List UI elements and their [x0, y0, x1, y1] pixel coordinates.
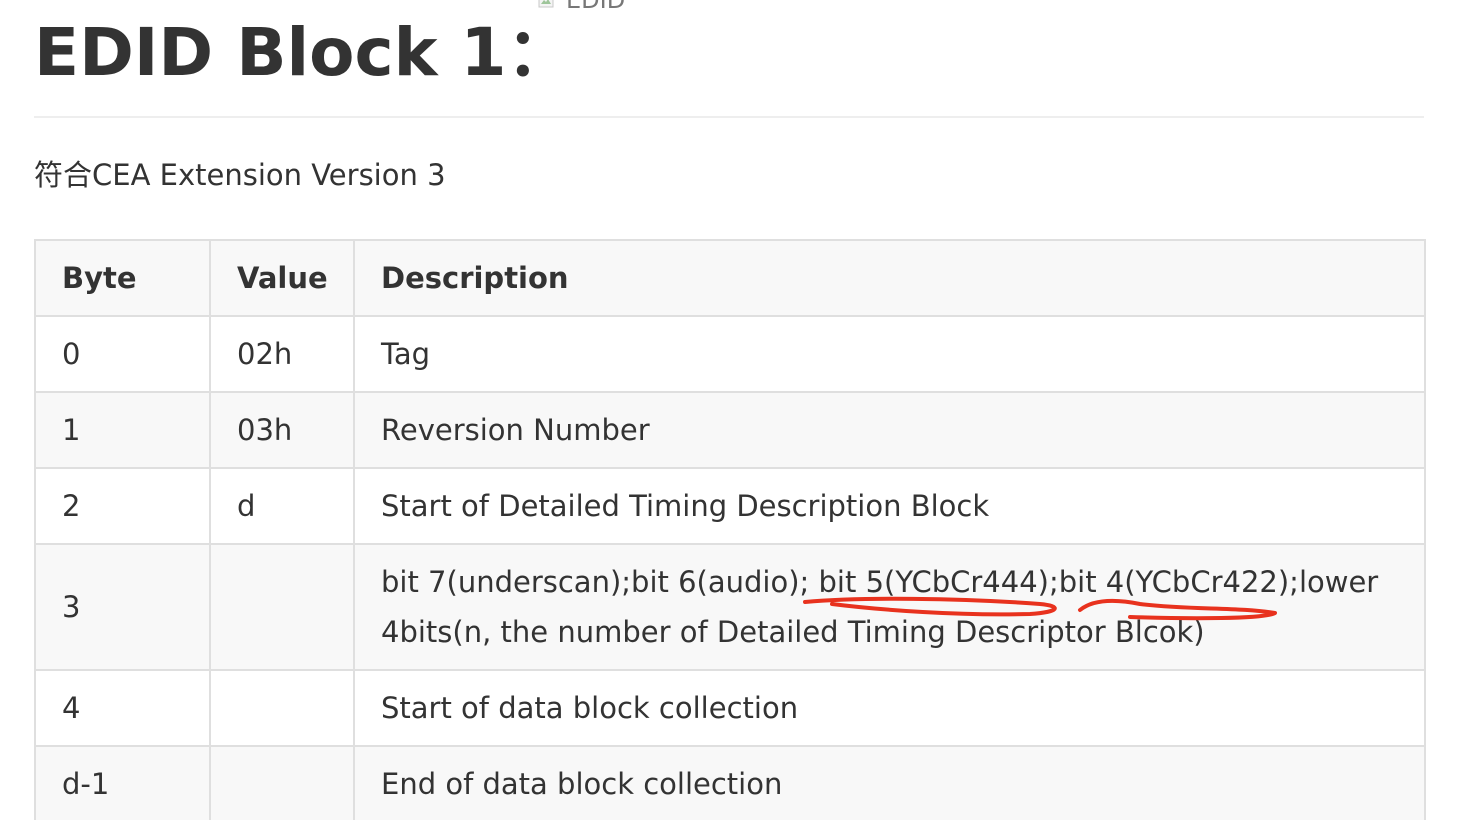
page: EDID EDID Block 1： 符合CEA Extension Versi… [0, 0, 1458, 820]
table-row: 2 d Start of Detailed Timing Description… [34, 467, 1426, 545]
table-row: 0 02h Tag [34, 315, 1426, 393]
cell-value [209, 745, 355, 820]
table-row: 1 03h Reversion Number [34, 391, 1426, 469]
table-row: 3 bit 7(underscan);bit 6(audio); bit 5(Y… [34, 543, 1426, 671]
intro-text: 符合CEA Extension Version 3 [34, 158, 446, 192]
cell-value: d [209, 467, 355, 545]
cell-description: bit 7(underscan);bit 6(audio); bit 5(YCb… [353, 543, 1426, 671]
table-row: d-1 End of data block collection [34, 745, 1426, 820]
cell-byte: 4 [34, 669, 211, 747]
column-header-value: Value [209, 239, 355, 317]
cell-value [209, 669, 355, 747]
cell-value [209, 543, 355, 671]
cell-byte: 1 [34, 391, 211, 469]
cell-byte: 0 [34, 315, 211, 393]
cell-description: End of data block collection [353, 745, 1426, 820]
cell-value: 02h [209, 315, 355, 393]
cell-value: 03h [209, 391, 355, 469]
cell-description: Start of Detailed Timing Description Blo… [353, 467, 1426, 545]
cell-byte: d-1 [34, 745, 211, 820]
cell-byte: 3 [34, 543, 211, 671]
table-header-row: Byte Value Description [34, 239, 1426, 317]
cell-description: Start of data block collection [353, 669, 1426, 747]
heading-divider [34, 116, 1424, 118]
column-header-description: Description [353, 239, 1426, 317]
cell-description: Reversion Number [353, 391, 1426, 469]
edid-table: Byte Value Description 0 02h Tag 1 03h R… [34, 239, 1426, 820]
table-row: 4 Start of data block collection [34, 669, 1426, 747]
cell-description: Tag [353, 315, 1426, 393]
page-title: EDID Block 1： [34, 14, 573, 91]
cell-byte: 2 [34, 467, 211, 545]
broken-image-icon [538, 0, 554, 8]
broken-image-alt-text: EDID [566, 0, 626, 14]
column-header-byte: Byte [34, 239, 211, 317]
